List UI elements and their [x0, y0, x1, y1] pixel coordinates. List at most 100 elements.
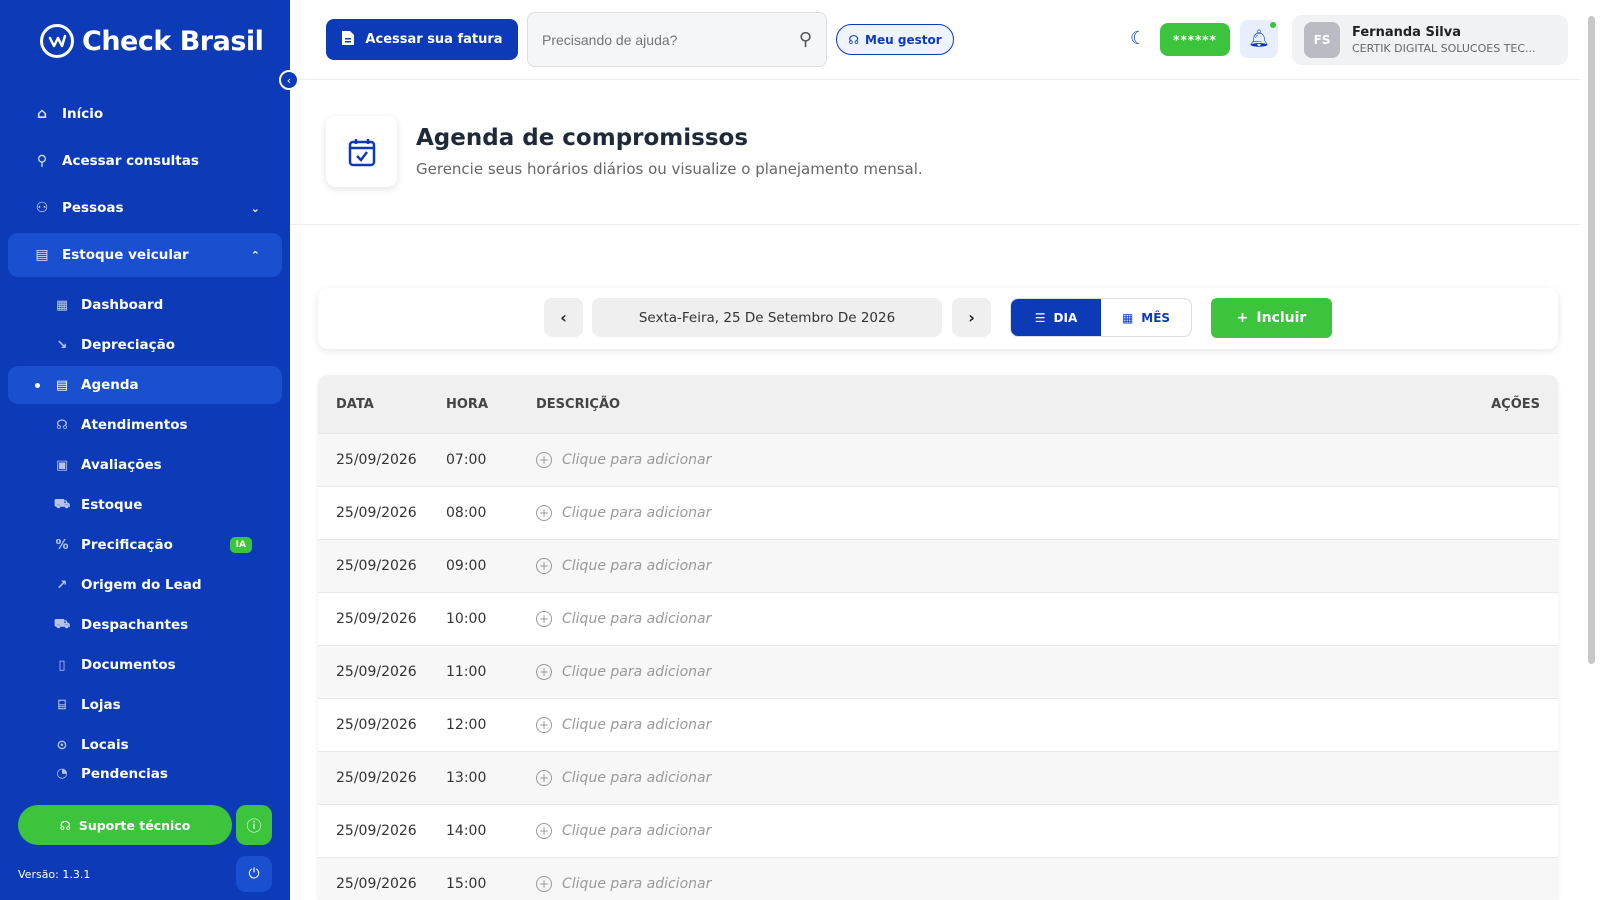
- cell-hour: 08:00: [446, 505, 487, 521]
- sidebar-item-label: Acessar consultas: [62, 153, 199, 169]
- car-icon: ⛟: [53, 496, 71, 512]
- cell-date: 25/09/2026: [336, 876, 417, 892]
- top-header: Acessar sua fatura ⚲ ☊ Meu gestor ☾ ****…: [290, 0, 1580, 80]
- add-description-link[interactable]: + Clique para adicionar: [536, 558, 711, 574]
- sidebar-item-estoque-veicular[interactable]: ▤ Estoque veicular ⌃: [8, 233, 282, 277]
- search-icon[interactable]: ⚲: [799, 29, 812, 50]
- sidebar-item-label: Despachantes: [81, 617, 189, 633]
- add-description-label: Clique para adicionar: [562, 823, 712, 839]
- view-month-button[interactable]: ▦ MÊS: [1101, 299, 1191, 336]
- sidebar-subitem-agenda[interactable]: ▤ Agenda: [8, 366, 282, 404]
- sidebar-subitem-lojas[interactable]: ⌸ Lojas: [8, 686, 282, 724]
- sidebar-item-consultas[interactable]: ⚲ Acessar consultas: [8, 139, 282, 183]
- logout-button[interactable]: ⏻: [236, 856, 272, 892]
- add-description-link[interactable]: + Clique para adicionar: [536, 664, 711, 680]
- table-body: 25/09/2026 07:00 + Clique para adicionar 25/…: [318, 433, 1558, 900]
- sidebar-subitem-avaliacoes[interactable]: ▣ Avaliações: [8, 446, 282, 484]
- chevron-left-icon: ‹: [560, 308, 567, 327]
- add-description-link[interactable]: + Clique para adicionar: [536, 876, 711, 892]
- trend-down-icon: ↘: [56, 337, 68, 353]
- cell-hour: 07:00: [446, 452, 487, 468]
- sidebar-subitem-origem-lead[interactable]: ↗ Origem do Lead: [8, 566, 282, 604]
- agenda-toolbar: ‹ Sexta-Feira, 25 De Setembro De 2026 › …: [318, 288, 1558, 349]
- power-icon: ⏻: [248, 866, 260, 882]
- add-description-label: Clique para adicionar: [562, 876, 712, 892]
- cell-hour: 10:00: [446, 611, 487, 627]
- add-description-link[interactable]: + Clique para adicionar: [536, 611, 711, 627]
- store-icon: ⌸: [58, 697, 66, 713]
- plus-circle-icon: +: [536, 770, 552, 786]
- add-appointment-button[interactable]: + Incluir: [1211, 298, 1332, 338]
- my-manager-button[interactable]: ☊ Meu gestor: [836, 24, 954, 55]
- page-header: Agenda de compromissos Gerencie seus hor…: [290, 80, 1580, 225]
- truck-icon: ⛟: [53, 616, 71, 632]
- sidebar-subitem-precificacao[interactable]: % Precificação IA: [8, 526, 282, 564]
- sidebar-item-label: Pessoas: [62, 200, 124, 216]
- plus-icon: +: [1236, 310, 1249, 326]
- sidebar-item-label: Depreciação: [81, 337, 175, 353]
- invoice-label: Acessar sua fatura: [365, 32, 503, 47]
- help-button[interactable]: ⓘ: [236, 805, 272, 845]
- sidebar-item-label: Atendimentos: [81, 417, 188, 433]
- table-row: 25/09/2026 15:00 + Clique para adicionar: [318, 857, 1558, 900]
- add-label: Incluir: [1256, 310, 1307, 326]
- previous-day-button[interactable]: ‹: [544, 298, 583, 337]
- add-description-link[interactable]: + Clique para adicionar: [536, 823, 711, 839]
- sidebar-item-label: Locais: [81, 737, 129, 753]
- column-header-actions: AÇÕES: [1491, 396, 1540, 412]
- sidebar-collapse-button[interactable]: ‹: [279, 70, 299, 90]
- add-description-link[interactable]: + Clique para adicionar: [536, 717, 711, 733]
- version-text: Versão: 1.3.1: [18, 868, 91, 881]
- page-subtitle: Gerencie seus horários diários ou visual…: [416, 160, 923, 178]
- sidebar-subitem-dashboard[interactable]: ▦ Dashboard: [8, 286, 282, 324]
- table-row: 25/09/2026 13:00 + Clique para adicionar: [318, 751, 1558, 804]
- add-description-label: Clique para adicionar: [562, 505, 712, 521]
- user-name: Fernanda Silva: [1352, 25, 1461, 40]
- dark-mode-toggle-icon[interactable]: ☾: [1130, 28, 1146, 49]
- masked-value-pill[interactable]: ******: [1160, 23, 1230, 56]
- sidebar-subitem-estoque[interactable]: ⛟ Estoque: [8, 486, 282, 524]
- support-button[interactable]: ☊ Suporte técnico: [18, 805, 232, 845]
- user-profile-card[interactable]: FS Fernanda Silva CERTIK DIGITAL SOLUCOE…: [1292, 15, 1568, 65]
- add-description-link[interactable]: + Clique para adicionar: [536, 770, 711, 786]
- sidebar-subitem-atendimentos[interactable]: ☊ Atendimentos: [8, 406, 282, 444]
- current-date-label: Sexta-Feira, 25 De Setembro De 2026: [592, 298, 942, 337]
- cell-hour: 11:00: [446, 664, 487, 680]
- table-row: 25/09/2026 08:00 + Clique para adicionar: [318, 486, 1558, 539]
- sidebar-subitem-despachantes[interactable]: ⛟ Despachantes: [8, 606, 282, 644]
- brand-logo[interactable]: Check Brasil: [40, 24, 264, 58]
- sidebar-item-label: Documentos: [81, 657, 176, 673]
- cell-hour: 09:00: [446, 558, 487, 574]
- sidebar-item-pessoas[interactable]: ⚇ Pessoas ⌄: [8, 186, 282, 230]
- notifications-button[interactable]: 🔔︎: [1240, 20, 1278, 58]
- add-description-link[interactable]: + Clique para adicionar: [536, 452, 711, 468]
- help-search-input[interactable]: [542, 31, 782, 48]
- table-row: 25/09/2026 12:00 + Clique para adicionar: [318, 698, 1558, 751]
- notification-dot: [1270, 22, 1276, 28]
- view-day-button[interactable]: ☰ DIA: [1011, 299, 1101, 336]
- list-icon: ☰: [1034, 310, 1046, 325]
- user-company: CERTIK DIGITAL SOLUCOES TEC...: [1352, 42, 1536, 55]
- add-description-label: Clique para adicionar: [562, 717, 712, 733]
- plus-circle-icon: +: [536, 876, 552, 892]
- add-description-link[interactable]: + Clique para adicionar: [536, 505, 711, 521]
- invoice-button[interactable]: Acessar sua fatura: [326, 19, 518, 60]
- cell-date: 25/09/2026: [336, 452, 417, 468]
- sidebar-item-label: Estoque: [81, 497, 143, 513]
- sidebar-subitem-locais[interactable]: ⊙ Locais: [8, 726, 282, 764]
- active-dot: [35, 382, 40, 388]
- next-day-button[interactable]: ›: [952, 298, 991, 337]
- add-description-label: Clique para adicionar: [562, 664, 712, 680]
- sidebar-subitem-depreciacao[interactable]: ↘ Depreciação: [8, 326, 282, 364]
- sidebar-subitem-pendencias[interactable]: ◔ Pendencias: [8, 766, 282, 788]
- plus-circle-icon: +: [536, 664, 552, 680]
- home-icon: ⌂: [36, 106, 48, 122]
- plus-circle-icon: +: [536, 558, 552, 574]
- sidebar-subitem-documentos[interactable]: ▯ Documentos: [8, 646, 282, 684]
- cell-date: 25/09/2026: [336, 505, 417, 521]
- sidebar-item-label: Lojas: [81, 697, 121, 713]
- sidebar-item-inicio[interactable]: ⌂ Início: [8, 92, 282, 136]
- add-description-label: Clique para adicionar: [562, 611, 712, 627]
- page-scrollbar[interactable]: [1588, 16, 1595, 664]
- location-pin-icon: ⊙: [56, 737, 68, 753]
